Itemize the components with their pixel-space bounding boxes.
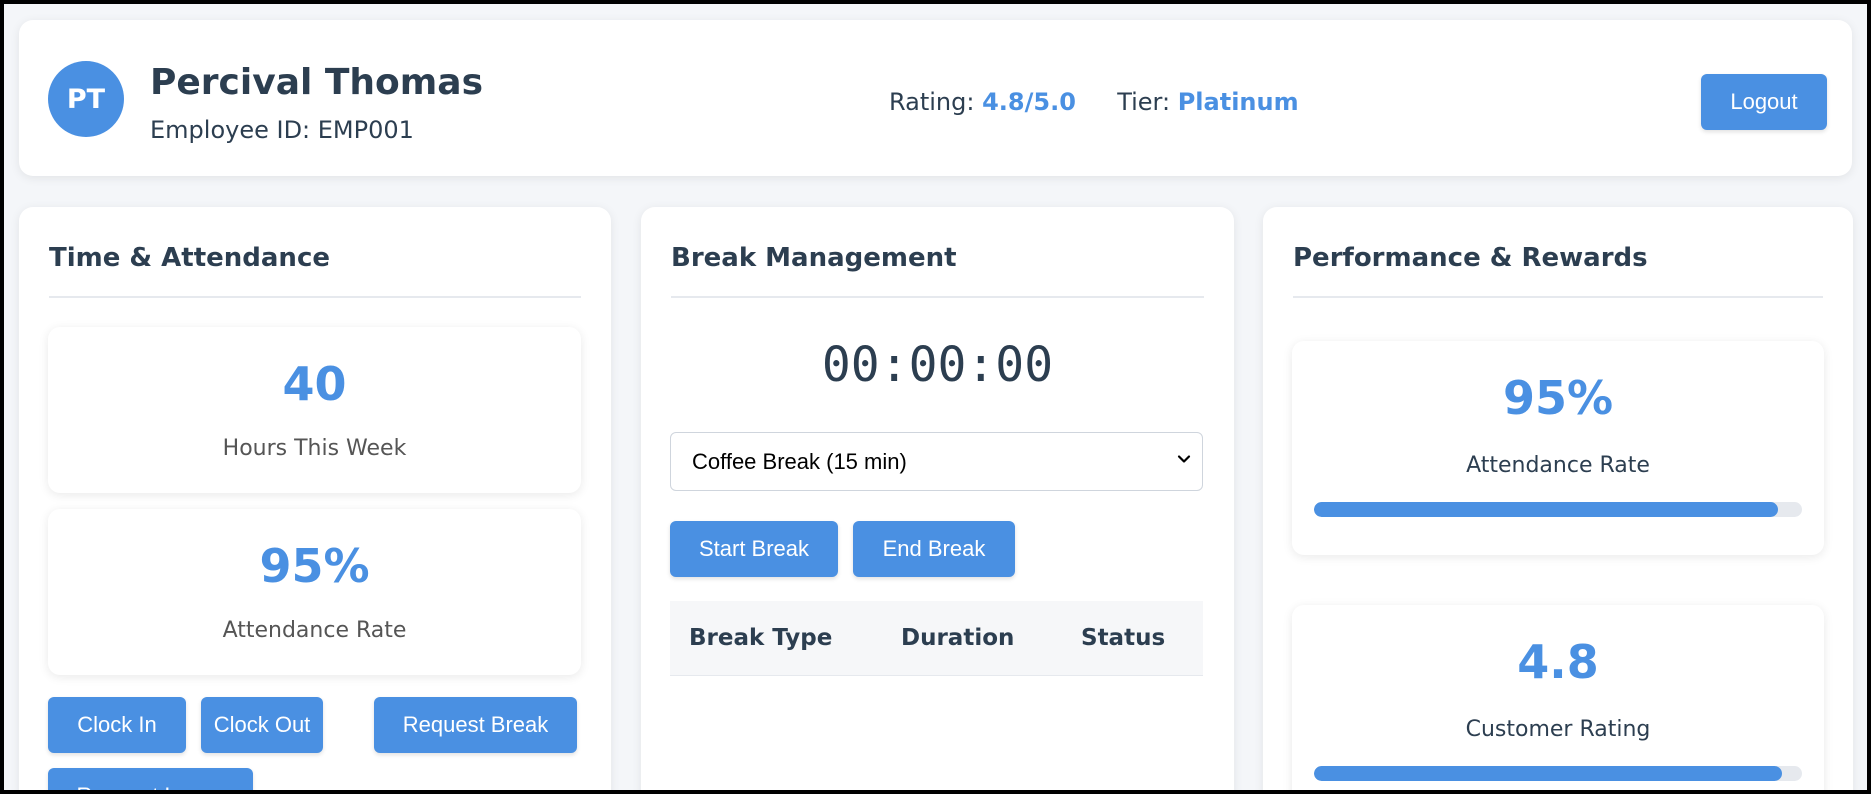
request-leave-button[interactable]: Request Leave [48,768,253,790]
tier-label: Tier: [1117,88,1171,116]
rating-tier-summary: Rating: 4.8/5.0 Tier: Platinum [889,88,1299,116]
hours-stat-card: 40 Hours This Week [48,327,581,493]
performance-attendance-label: Attendance Rate [1466,453,1650,478]
customer-rating-value: 4.8 [1517,635,1599,689]
break-timer: 00:00:00 [821,337,1054,393]
attendance-progress-fill [1314,502,1778,517]
attendance-rate-label: Attendance Rate [222,618,407,643]
break-management-panel: Break Management 00:00:00 Coffee Break (… [641,207,1234,790]
customer-rating-progress-fill [1314,766,1783,781]
chevron-down-icon [1177,455,1191,463]
hours-value: 40 [282,357,347,411]
panel-title: Time & Attendance [49,243,330,273]
employee-name: Percival Thomas [150,62,484,103]
divider [671,296,1204,298]
rating-value: 4.8/5.0 [982,88,1076,116]
logout-button[interactable]: Logout [1701,74,1827,130]
clock-out-button[interactable]: Clock Out [201,697,323,753]
performance-rewards-panel: Performance & Rewards 95% Attendance Rat… [1263,207,1853,790]
clock-in-button[interactable]: Clock In [48,697,186,753]
customer-rating-progress-bar [1314,766,1802,781]
break-type-selected: Coffee Break (15 min) [692,448,907,474]
hours-label: Hours This Week [222,436,407,461]
attendance-performance-card: 95% Attendance Rate [1292,341,1824,555]
break-history-table-header: Break Type Duration Status [670,601,1203,676]
attendance-progress-bar [1314,502,1802,517]
panel-title: Performance & Rewards [1293,243,1648,273]
panel-title: Break Management [671,243,957,273]
profile-header: PT Percival Thomas Employee ID: EMP001 R… [19,20,1852,176]
customer-rating-card: 4.8 Customer Rating [1292,605,1824,790]
divider [49,296,581,298]
tier-value: Platinum [1177,88,1299,116]
column-header-duration: Duration [901,625,1015,651]
attendance-rate-value: 95% [259,539,370,593]
avatar: PT [48,61,124,137]
performance-attendance-value: 95% [1502,371,1614,425]
divider [1293,296,1823,298]
request-break-button[interactable]: Request Break [374,697,577,753]
column-header-break-type: Break Type [689,625,833,651]
start-break-button[interactable]: Start Break [670,521,838,577]
rating-label: Rating: [889,88,975,116]
column-header-status: Status [1081,625,1166,651]
break-type-select[interactable]: Coffee Break (15 min) [670,432,1203,491]
app-frame: PT Percival Thomas Employee ID: EMP001 R… [4,4,1867,790]
attendance-stat-card: 95% Attendance Rate [48,509,581,675]
customer-rating-label: Customer Rating [1465,717,1651,742]
time-attendance-panel: Time & Attendance 40 Hours This Week 95%… [19,207,611,790]
end-break-button[interactable]: End Break [853,521,1015,577]
employee-id: Employee ID: EMP001 [150,116,414,144]
